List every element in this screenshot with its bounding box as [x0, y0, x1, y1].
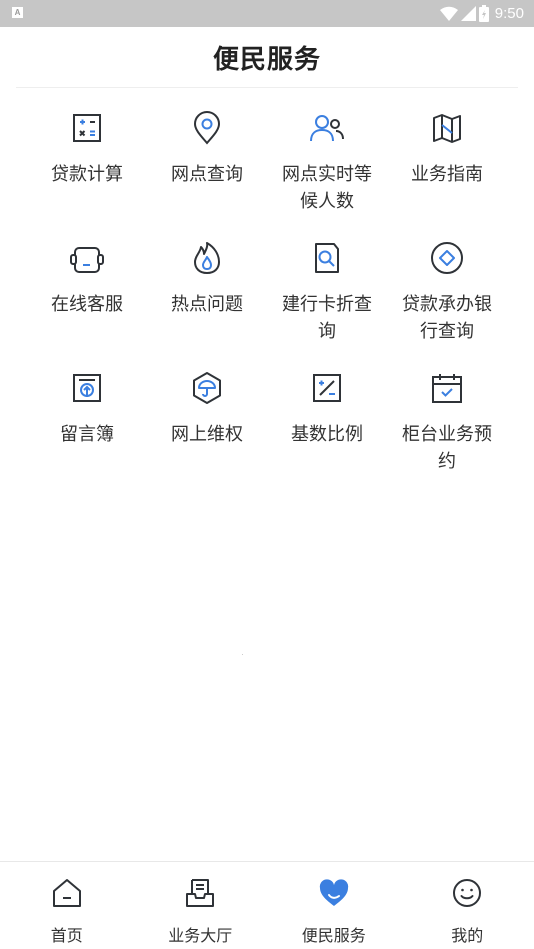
calculator-icon — [69, 110, 105, 146]
nav-home[interactable]: 首页 — [0, 862, 134, 949]
service-counter-appointment[interactable]: 柜台业务预约 — [387, 370, 507, 500]
clock: 9:50 — [495, 5, 524, 22]
title-bar: 便民服务 — [0, 27, 534, 87]
tray-icon — [183, 876, 217, 910]
map-icon — [429, 110, 465, 146]
service-business-guide[interactable]: 业务指南 — [387, 110, 507, 240]
diamond-circle-icon — [429, 240, 465, 276]
signal-icon — [461, 6, 476, 21]
calendar-check-icon — [429, 370, 465, 406]
bottom-nav: 首页 业务大厅 便民服务 — [0, 861, 534, 949]
service-label: 网点实时等候人数 — [274, 161, 380, 215]
service-branch-search[interactable]: 网点查询 — [147, 110, 267, 240]
service-label: 贷款计算 — [34, 161, 140, 188]
battery-icon — [479, 5, 489, 22]
home-icon — [50, 876, 84, 910]
service-label: 柜台业务预约 — [394, 421, 500, 475]
heart-icon — [317, 876, 351, 910]
page-title: 便民服务 — [213, 39, 321, 76]
service-card-query[interactable]: 建行卡折查询 — [267, 240, 387, 370]
nav-mine[interactable]: 我的 — [401, 862, 534, 949]
service-label: 网点查询 — [154, 161, 260, 188]
status-bar: A 9:50 — [0, 0, 534, 27]
nav-label: 首页 — [51, 922, 83, 946]
flame-icon — [189, 240, 225, 276]
service-base-ratio[interactable]: 基数比例 — [267, 370, 387, 500]
service-guestbook[interactable]: 留言簿 — [27, 370, 147, 500]
wifi-icon — [440, 6, 458, 21]
service-label: 留言簿 — [34, 421, 140, 448]
service-label: 建行卡折查询 — [274, 291, 380, 345]
service-label: 贷款承办银行查询 — [394, 291, 500, 345]
service-loan-calculator[interactable]: 贷款计算 — [27, 110, 147, 240]
service-hot-questions[interactable]: 热点问题 — [147, 240, 267, 370]
service-label: 网上维权 — [154, 421, 260, 448]
service-online-support[interactable]: 在线客服 — [27, 240, 147, 370]
stray-dot — [242, 654, 243, 655]
service-online-rights[interactable]: 网上维权 — [147, 370, 267, 500]
title-divider — [16, 87, 518, 88]
headset-icon — [69, 240, 105, 276]
document-search-icon — [309, 240, 345, 276]
service-branch-queue[interactable]: 网点实时等候人数 — [267, 110, 387, 240]
nav-label: 业务大厅 — [168, 922, 232, 946]
app-notification-icon: A — [12, 7, 23, 18]
service-label: 在线客服 — [34, 291, 140, 318]
nav-convenience-services[interactable]: 便民服务 — [267, 862, 401, 949]
service-label: 基数比例 — [274, 421, 380, 448]
service-label: 业务指南 — [394, 161, 500, 188]
upload-box-icon — [69, 370, 105, 406]
nav-business-hall[interactable]: 业务大厅 — [134, 862, 268, 949]
location-pin-icon — [189, 110, 225, 146]
umbrella-shield-icon — [189, 370, 225, 406]
services-grid: 贷款计算 网点查询 网点实时等候人数 — [27, 110, 507, 500]
users-icon — [309, 110, 345, 146]
nav-label: 便民服务 — [302, 922, 366, 946]
service-lending-bank-query[interactable]: 贷款承办银行查询 — [387, 240, 507, 370]
nav-label: 我的 — [451, 922, 483, 946]
percent-icon — [309, 370, 345, 406]
status-indicators: 9:50 — [440, 3, 524, 24]
service-label: 热点问题 — [154, 291, 260, 318]
smiley-icon — [450, 876, 484, 910]
